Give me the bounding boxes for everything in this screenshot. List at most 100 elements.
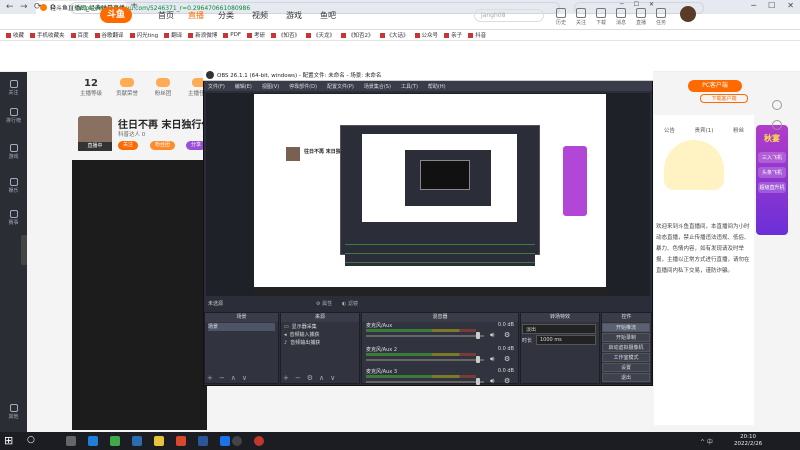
menu-tools[interactable]: 工具(T) — [401, 83, 418, 90]
menu-file[interactable]: 文件(F) — [208, 83, 225, 90]
word-icon[interactable] — [198, 436, 208, 446]
tab-notice[interactable]: 公告 — [664, 126, 675, 134]
back-arrow-icon[interactable]: ← — [6, 2, 14, 12]
menu-docks[interactable]: 停靠部件(D) — [289, 83, 317, 90]
speaker-icon[interactable]: 🔊︎ — [490, 377, 494, 386]
file-explorer-icon[interactable] — [154, 436, 164, 446]
nav-home[interactable]: 首页 — [158, 10, 174, 21]
source-item[interactable]: ♪ 音频输出捕获 — [284, 339, 356, 347]
history-icon[interactable] — [556, 8, 566, 18]
nav-yuba[interactable]: 鱼吧 — [320, 10, 336, 21]
bookmark-item[interactable]: 考研 — [246, 31, 265, 39]
follow-pill[interactable]: 关注 — [118, 141, 139, 150]
speaker-icon[interactable]: 🔊︎ — [490, 331, 494, 340]
feedback-icon[interactable] — [772, 120, 782, 130]
bookmark-item[interactable]: 谷歌翻译 — [94, 31, 124, 39]
taskbar-clock[interactable]: 20:10 2022/2/26 — [734, 434, 762, 448]
exit-button[interactable]: 退出 — [602, 373, 650, 382]
remove-icon[interactable]: − — [295, 374, 301, 382]
menu-scene-collection[interactable]: 场景集合(S) — [364, 83, 391, 90]
rail-item-fun[interactable]: 娱乐 — [2, 178, 25, 194]
settings-button[interactable]: 设置 — [602, 363, 650, 372]
download-client-button[interactable]: 下载客户端 — [700, 94, 748, 103]
nav-live[interactable]: 直播 — [188, 10, 204, 21]
bookmark-item[interactable]: 翻译 — [164, 31, 182, 39]
nav-category[interactable]: 分类 — [218, 10, 234, 21]
site-search-input[interactable]: jangh08 — [474, 9, 544, 22]
rail-item-games[interactable]: 游戏 — [2, 144, 25, 160]
reload-icon[interactable]: ⟳ — [34, 2, 42, 12]
promo-item[interactable]: 超级直升机 — [758, 182, 786, 193]
volume-slider[interactable] — [366, 359, 484, 361]
minimize-button[interactable]: ─ — [751, 1, 756, 10]
start-streaming-button[interactable]: 开始推流 — [602, 323, 650, 332]
bookmark-item[interactable]: 亲子 — [444, 31, 462, 39]
volume-slider[interactable] — [366, 381, 484, 383]
nav-video[interactable]: 视频 — [252, 10, 268, 21]
forward-arrow-icon[interactable]: → — [20, 2, 28, 12]
gear-icon[interactable]: ⚙ — [504, 355, 510, 363]
volume-slider-knob[interactable] — [476, 356, 480, 363]
close-window-button[interactable]: ✕ — [787, 1, 794, 10]
nav-games[interactable]: 游戏 — [286, 10, 302, 21]
gear-icon[interactable]: ⚙ — [504, 331, 510, 339]
move-up-icon[interactable]: ∧ — [231, 374, 236, 382]
source-item[interactable]: ▭ 显示器采集 — [284, 323, 356, 331]
mail-icon[interactable] — [220, 436, 230, 446]
scene-item[interactable]: 场景 — [208, 323, 275, 331]
bookmark-item[interactable]: 《天龙》 — [306, 31, 335, 39]
stat-anchor-level[interactable]: 12 主播等级 — [76, 78, 106, 97]
add-icon[interactable]: + — [207, 374, 213, 382]
broadcast-icon[interactable] — [636, 8, 646, 18]
menu-help[interactable]: 帮助(H) — [428, 83, 446, 90]
bookmark-item[interactable]: 抖音 — [468, 31, 486, 39]
volume-slider-knob[interactable] — [476, 378, 480, 385]
bookmark-item[interactable]: 《大话》 — [379, 31, 409, 39]
home-icon[interactable]: ⌂ — [50, 2, 56, 12]
message-icon[interactable] — [616, 8, 626, 18]
edge-icon[interactable] — [88, 436, 98, 446]
rail-item-rank[interactable]: 排行榜 — [2, 108, 25, 124]
volume-slider-knob[interactable] — [476, 332, 480, 339]
bookmark-item[interactable]: 《知否》 — [271, 31, 300, 39]
move-down-icon[interactable]: ∨ — [330, 374, 335, 382]
rail-item-follow[interactable]: 关注 — [2, 80, 25, 96]
virtual-camera-button[interactable]: 启动虚拟摄像机 — [602, 343, 650, 352]
browser-360-icon[interactable] — [110, 436, 120, 446]
obs-close-button[interactable]: ✕ — [649, 1, 654, 8]
volume-slider[interactable] — [366, 335, 484, 337]
rail-item-events[interactable]: 赛事 — [2, 210, 25, 226]
bookmark-item[interactable]: 闪光ting — [129, 31, 158, 39]
filters-button[interactable]: ◐ 滤镜 — [342, 300, 358, 307]
download-icon[interactable] — [596, 8, 606, 18]
system-tray[interactable]: ^ 中 — [700, 437, 713, 446]
obs-minimize-button[interactable]: ─ — [620, 1, 624, 8]
stat-honor[interactable]: 贡献荣誉 — [112, 78, 142, 97]
source-item[interactable]: ◂ 音频输入捕获 — [284, 331, 356, 339]
maximize-button[interactable]: ☐ — [768, 1, 775, 10]
rail-item-other[interactable]: 其他 — [2, 404, 25, 420]
transition-type-select[interactable]: 淡出 — [522, 324, 596, 334]
bookmark-item[interactable]: 百度 — [70, 31, 89, 39]
task-view-icon[interactable] — [66, 436, 76, 446]
properties-button[interactable]: ⚙ 属性 — [316, 300, 332, 307]
bookmark-item[interactable]: PDF — [223, 32, 241, 38]
promo-banner[interactable]: 秋宴 三入飞机 头条飞机 超级直升机 — [756, 125, 788, 235]
bookmark-item[interactable]: 《知否2》 — [341, 31, 374, 39]
obs-maximize-button[interactable]: ☐ — [634, 1, 639, 8]
windows-start-icon[interactable]: ⊞ — [4, 434, 13, 447]
remove-icon[interactable]: − — [219, 374, 225, 382]
promo-item[interactable]: 头条飞机 — [758, 167, 786, 178]
menu-profile[interactable]: 配置文件(P) — [327, 83, 354, 90]
user-avatar[interactable] — [680, 6, 696, 22]
promo-item[interactable]: 三入飞机 — [758, 152, 786, 163]
fanclub-pill[interactable]: 粉丝团 — [150, 141, 176, 150]
pc-client-button[interactable]: PC客户端 — [688, 80, 742, 92]
stat-fans[interactable]: 粉丝团 — [148, 78, 178, 97]
video-player[interactable] — [72, 160, 207, 430]
move-up-icon[interactable]: ∧ — [319, 374, 324, 382]
task-icon[interactable] — [656, 8, 666, 18]
obs-taskbar-icon[interactable] — [232, 436, 242, 446]
speaker-icon[interactable]: 🔊︎ — [490, 355, 494, 364]
tab-vip[interactable]: 贵宾(1) — [695, 126, 714, 134]
